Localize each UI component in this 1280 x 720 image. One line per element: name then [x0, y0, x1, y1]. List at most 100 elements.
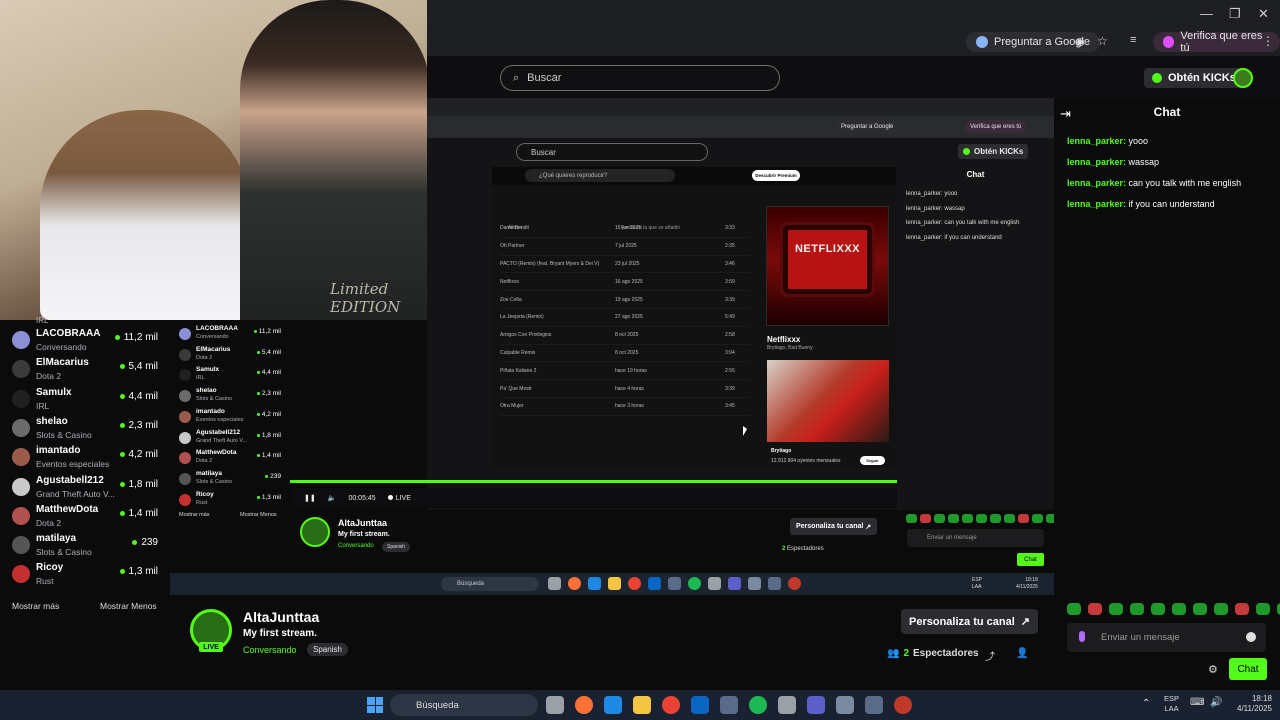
- folder-icon[interactable]: [633, 696, 651, 714]
- spotify-track-row: PACTO (Remix) (feat. Bryant Myers & Dei …: [500, 256, 750, 274]
- emote-icon[interactable]: [1214, 603, 1228, 615]
- file-explorer-icon[interactable]: [546, 696, 564, 714]
- outlook-icon[interactable]: [691, 696, 709, 714]
- more-menu-icon[interactable]: ⋮: [1262, 34, 1274, 48]
- profile-verify-button[interactable]: Verifica que eres tú: [1153, 30, 1280, 54]
- chat-username[interactable]: lenna_parker:: [1067, 157, 1126, 167]
- close-icon[interactable]: ✕: [1258, 6, 1269, 22]
- maximize-icon[interactable]: ❐: [1229, 6, 1241, 22]
- microphone-icon[interactable]: [1079, 631, 1085, 642]
- sidebar-channel-item[interactable]: shelao Slots & Casino 2,3 mil: [12, 415, 162, 444]
- show-more-button[interactable]: Mostrar más: [12, 601, 59, 611]
- windows-start-icon[interactable]: [367, 697, 383, 713]
- show-less-button[interactable]: Mostrar Menos: [100, 601, 157, 611]
- chat-message: lenna_parker: can you talk with me engli…: [906, 220, 1019, 235]
- reading-list-icon[interactable]: ≡: [1130, 34, 1136, 46]
- emote-icon[interactable]: [1151, 603, 1165, 615]
- follow-user-icon[interactable]: 👤: [1016, 648, 1028, 659]
- firefox-icon[interactable]: [575, 696, 593, 714]
- minimize-icon[interactable]: —: [1200, 6, 1213, 21]
- nested-channel-viewers: 239: [265, 473, 281, 480]
- emote-icon[interactable]: [1193, 603, 1207, 615]
- emote-icon[interactable]: [1256, 603, 1270, 615]
- sidebar-channel-item[interactable]: imantado Eventos especiales 4,2 mil: [12, 444, 162, 473]
- emote-icon[interactable]: [1172, 603, 1186, 615]
- sidebar-channel-item[interactable]: Ricoy Rust 1,3 mil: [12, 561, 162, 590]
- emote-icon[interactable]: [1109, 603, 1123, 615]
- emote-icon[interactable]: [1235, 603, 1249, 615]
- emote-icon[interactable]: [1088, 603, 1102, 615]
- nested-emote-icon: [1018, 514, 1029, 523]
- chat-message: lenna_parker: if you can understand: [906, 235, 1019, 250]
- channel-name: imantado: [36, 445, 81, 457]
- chrome-icon[interactable]: [662, 696, 680, 714]
- channel-viewers: 5,4 mil: [119, 361, 158, 372]
- stream-category-link[interactable]: Conversando: [243, 645, 297, 655]
- sidebar-channel-item[interactable]: Samulx IRL 4,4 mil: [12, 386, 162, 415]
- customize-channel-button[interactable]: Personaliza tu canal ↗: [901, 609, 1038, 634]
- taskbar-search[interactable]: Búsqueda: [390, 694, 538, 716]
- calculator-icon[interactable]: [836, 696, 854, 714]
- obs-icon[interactable]: [894, 696, 912, 714]
- nested-channel-viewers: 1,8 mil: [256, 432, 281, 439]
- nested-channel-category: Eventos especiales: [196, 416, 244, 423]
- chat-text: if you can understand: [1128, 199, 1215, 209]
- chat-send-button[interactable]: Chat: [1229, 658, 1267, 680]
- chat-username[interactable]: lenna_parker:: [906, 235, 943, 241]
- nested-progress-bar: [290, 480, 897, 483]
- chat-message: lenna_parker: can you talk with me engli…: [1067, 178, 1241, 199]
- spotify-track-row: Netflixxx 16 ago 2025 3:59: [500, 273, 750, 292]
- language-tag[interactable]: Spanish: [307, 643, 348, 656]
- shirt-print: Limited EDITION: [330, 280, 401, 316]
- emote-icon[interactable]: [1067, 603, 1081, 615]
- nested-stream-time: 00:05:45: [348, 494, 376, 502]
- sidebar-channel-item[interactable]: ElMacarius Dota 2 5,4 mil: [12, 356, 162, 385]
- track-duration: 3:45: [725, 403, 735, 410]
- nested-channel-name: matilaya: [196, 469, 223, 477]
- chat-username[interactable]: lenna_parker:: [1067, 199, 1126, 209]
- xbox-icon[interactable]: [778, 696, 796, 714]
- teams-icon[interactable]: [807, 696, 825, 714]
- chat-text: can you talk with me english: [944, 220, 1020, 226]
- user-avatar[interactable]: [1233, 68, 1253, 88]
- stream-title: My first stream.: [243, 628, 317, 639]
- spotify-search-input: ¿Qué quieres reproducir?: [525, 169, 675, 182]
- track-date: 8 oct 2025: [615, 349, 639, 356]
- nested-channel-avatar-icon: [179, 410, 191, 423]
- show-hidden-icons-chevron-icon[interactable]: ⌃: [1142, 698, 1150, 709]
- search-input[interactable]: ⌕ Buscar: [500, 65, 780, 91]
- edge-icon[interactable]: [604, 696, 622, 714]
- taskbar-language[interactable]: ESP LAA: [1164, 694, 1179, 714]
- bookmark-star-icon[interactable]: ☆: [1097, 34, 1108, 48]
- emoji-picker-icon[interactable]: [1246, 632, 1256, 642]
- sidebar-channel-item[interactable]: LACOBRAAA Conversando 11,2 mil: [12, 327, 162, 356]
- spotify-icon[interactable]: [749, 696, 767, 714]
- track-date: 8 oct 2025: [615, 332, 639, 339]
- track-album: La Jeepeta (Remix): [500, 314, 544, 321]
- channel-name[interactable]: AltaJunttaa: [243, 609, 319, 625]
- spotify-track-row: Pa' Que Mostr hace 4 horas 3:39: [500, 380, 750, 398]
- chat-username[interactable]: lenna_parker:: [906, 191, 943, 197]
- tv-icon: [780, 222, 875, 297]
- chat-username[interactable]: lenna_parker:: [906, 220, 943, 226]
- emote-icon[interactable]: [1130, 603, 1144, 615]
- steam-alt-icon[interactable]: [865, 696, 883, 714]
- nested-emote-icon: [906, 514, 917, 523]
- chat-username[interactable]: lenna_parker:: [906, 206, 943, 212]
- sidebar-channel-item[interactable]: MatthewDota Dota 2 1,4 mil: [12, 503, 162, 532]
- chat-username[interactable]: lenna_parker:: [1067, 136, 1126, 146]
- nested-emote-icon: [934, 514, 945, 523]
- channel-category: Conversando: [36, 342, 87, 352]
- eye-icon[interactable]: ◉: [1075, 35, 1085, 48]
- get-kicks-button[interactable]: Obtén KICKs: [1144, 68, 1244, 88]
- sidebar-channel-item[interactable]: matilaya Slots & Casino 239: [12, 532, 162, 561]
- taskbar-clock[interactable]: 18:18 4/11/2025: [1222, 694, 1272, 714]
- nested-chat-send-button: Chat: [1017, 553, 1044, 566]
- chat-message: lenna_parker: if you can understand: [1067, 199, 1241, 220]
- chat-settings-gear-icon[interactable]: ⚙: [1208, 663, 1218, 676]
- chat-input[interactable]: Enviar un mensaje: [1067, 623, 1266, 652]
- sidebar-channel-item[interactable]: Agustabell212 Grand Theft Auto V... 1,8 …: [12, 474, 162, 503]
- steam-icon[interactable]: [720, 696, 738, 714]
- share-icon[interactable]: ⤴: [985, 648, 995, 663]
- chat-username[interactable]: lenna_parker:: [1067, 178, 1126, 188]
